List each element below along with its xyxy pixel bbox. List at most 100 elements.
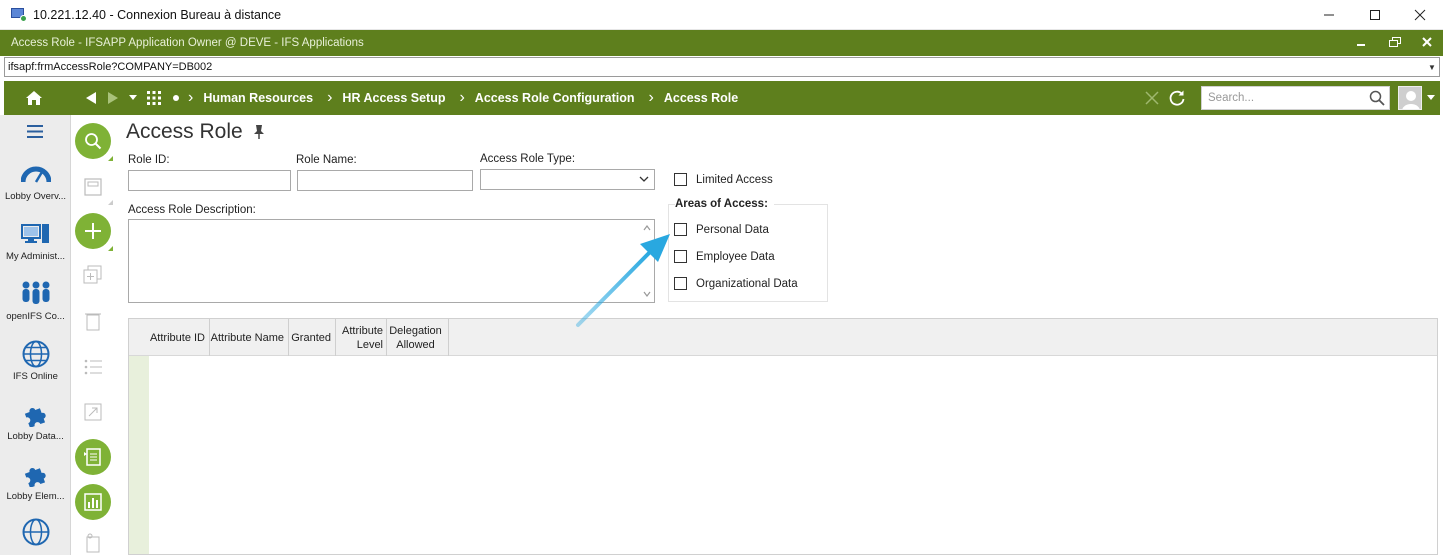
user-menu-chevron-icon[interactable]	[1422, 95, 1440, 101]
search-input[interactable]: Search...	[1201, 86, 1390, 110]
checkbox-box[interactable]	[674, 173, 687, 186]
lobby-item-lobby-elements[interactable]: Lobby Elem...	[0, 457, 71, 502]
role-name-input[interactable]	[297, 170, 473, 191]
page-title: Access Role	[126, 120, 243, 143]
organizational-data-label: Organizational Data	[696, 277, 798, 290]
breadcrumb-access-role-configuration[interactable]: Access Role Configuration	[475, 91, 635, 105]
search-menu-indicator	[108, 156, 113, 161]
lobby-item-extra[interactable]	[0, 515, 71, 549]
delete-icon[interactable]	[83, 311, 103, 331]
lobby-item-label: My Administ...	[5, 251, 66, 262]
puzzle-icon	[24, 468, 46, 487]
duplicate-icon[interactable]	[83, 265, 103, 285]
lobby-item-openifs[interactable]: openIFS Co...	[0, 277, 71, 322]
app-minimize-icon[interactable]	[1346, 30, 1376, 54]
attributes-table[interactable]: Attribute ID Attribute Name Granted Attr…	[128, 318, 1438, 555]
column-header-delegation-allowed[interactable]: Delegation Allowed	[387, 319, 449, 356]
refresh-icon[interactable]	[1163, 89, 1191, 107]
forward-arrow-icon	[108, 92, 118, 104]
lobby-sidebar: Lobby Overv... My Administ... openIFS Co…	[0, 115, 71, 555]
checkbox-box[interactable]	[674, 250, 687, 263]
home-button[interactable]	[4, 81, 64, 115]
personal-data-label: Personal Data	[696, 223, 769, 236]
avatar[interactable]	[1398, 86, 1422, 110]
search-icon	[85, 133, 102, 150]
checkbox-box[interactable]	[674, 223, 687, 236]
window-title-bar: 10.221.12.40 - Connexion Bureau à distan…	[0, 0, 1443, 30]
back-arrow-icon	[86, 92, 96, 104]
search-placeholder: Search...	[1208, 92, 1255, 104]
save-menu-indicator	[108, 200, 113, 205]
window-title: 10.221.12.40 - Connexion Bureau à distan…	[33, 7, 282, 22]
globe-icon	[22, 518, 49, 546]
chevron-down-icon[interactable]: ▼	[1425, 58, 1439, 76]
textarea-scrollbar[interactable]	[640, 220, 654, 302]
back-button[interactable]	[80, 81, 102, 115]
document-list-icon	[84, 448, 101, 466]
globe-icon	[22, 340, 49, 368]
app-close-icon[interactable]	[1412, 30, 1442, 54]
role-id-label: Role ID:	[128, 154, 170, 166]
breadcrumb-access-role[interactable]: Access Role	[664, 91, 738, 105]
home-icon	[26, 91, 42, 105]
hamburger-menu-button[interactable]	[0, 115, 70, 147]
lobby-item-ifs-online[interactable]: IFS Online	[0, 337, 71, 382]
bullet-icon	[166, 81, 186, 115]
employee-data-checkbox[interactable]: Employee Data	[674, 250, 775, 263]
analysis-button[interactable]	[75, 484, 111, 520]
report-icon[interactable]	[83, 533, 103, 553]
breadcrumb-hr-access-setup[interactable]: HR Access Setup	[342, 91, 445, 105]
puzzle-icon	[24, 408, 46, 427]
access-role-type-label: Access Role Type:	[480, 153, 576, 165]
chevron-down-icon	[129, 95, 137, 100]
organizational-data-checkbox[interactable]: Organizational Data	[674, 277, 798, 290]
app-title: Access Role - IFSAPP Application Owner @…	[11, 37, 364, 49]
lobby-item-lobby-data[interactable]: Lobby Data...	[0, 397, 71, 442]
people-icon	[22, 281, 49, 304]
breadcrumb: › Human Resources › HR Access Setup › Ac…	[188, 89, 739, 106]
column-header-granted[interactable]: Granted	[289, 319, 336, 356]
pin-icon[interactable]	[253, 124, 265, 140]
page-title-wrap: Access Role	[126, 120, 265, 144]
minimize-icon[interactable]	[1306, 0, 1352, 30]
column-header-attribute-name[interactable]: Attribute Name	[210, 319, 289, 356]
limited-access-checkbox[interactable]: Limited Access	[674, 173, 773, 186]
remote-desktop-icon	[11, 7, 27, 22]
search-button[interactable]	[75, 123, 111, 159]
address-field[interactable]: ifsapf:frmAccessRole?COMPANY=DB002 ▼	[4, 57, 1440, 77]
lobby-item-label: Lobby Overv...	[4, 191, 67, 202]
access-role-type-select[interactable]	[480, 169, 655, 190]
list-icon[interactable]	[83, 357, 103, 377]
app-restore-icon[interactable]	[1380, 30, 1410, 54]
lobby-item-my-administration[interactable]: My Administ...	[0, 217, 71, 262]
lobby-item-label: openIFS Co...	[6, 311, 65, 322]
navigator-toolbar: › Human Resources › HR Access Setup › Ac…	[4, 81, 1440, 115]
chevron-down-icon	[639, 176, 649, 182]
app-grid-button[interactable]	[142, 81, 166, 115]
lobby-item-overview[interactable]: Lobby Overv...	[0, 157, 71, 202]
cancel-icon[interactable]	[1141, 91, 1163, 105]
search-icon[interactable]	[1369, 90, 1385, 106]
details-button[interactable]	[75, 439, 111, 475]
breadcrumb-human-resources[interactable]: Human Resources	[203, 91, 313, 105]
areas-of-access-title: Areas of Access:	[675, 198, 774, 210]
command-rail	[71, 115, 116, 555]
maximize-icon[interactable]	[1352, 0, 1398, 30]
new-button[interactable]	[75, 213, 111, 249]
forward-button[interactable]	[102, 81, 124, 115]
role-id-input[interactable]	[128, 170, 291, 191]
save-icon[interactable]	[83, 177, 103, 197]
column-header-attribute-level[interactable]: Attribute Level	[336, 319, 387, 356]
limited-access-label: Limited Access	[696, 173, 773, 186]
row-selector-column[interactable]	[129, 356, 149, 554]
lobby-item-label: Lobby Elem...	[6, 491, 65, 502]
history-dropdown[interactable]	[124, 81, 142, 115]
personal-data-checkbox[interactable]: Personal Data	[674, 223, 769, 236]
employee-data-label: Employee Data	[696, 250, 775, 263]
navigate-icon[interactable]	[83, 402, 103, 422]
checkbox-box[interactable]	[674, 277, 687, 290]
menu-icon	[27, 124, 43, 138]
close-icon[interactable]	[1397, 0, 1443, 30]
description-textarea[interactable]	[128, 219, 655, 303]
column-header-attribute-id[interactable]: Attribute ID	[129, 319, 210, 356]
